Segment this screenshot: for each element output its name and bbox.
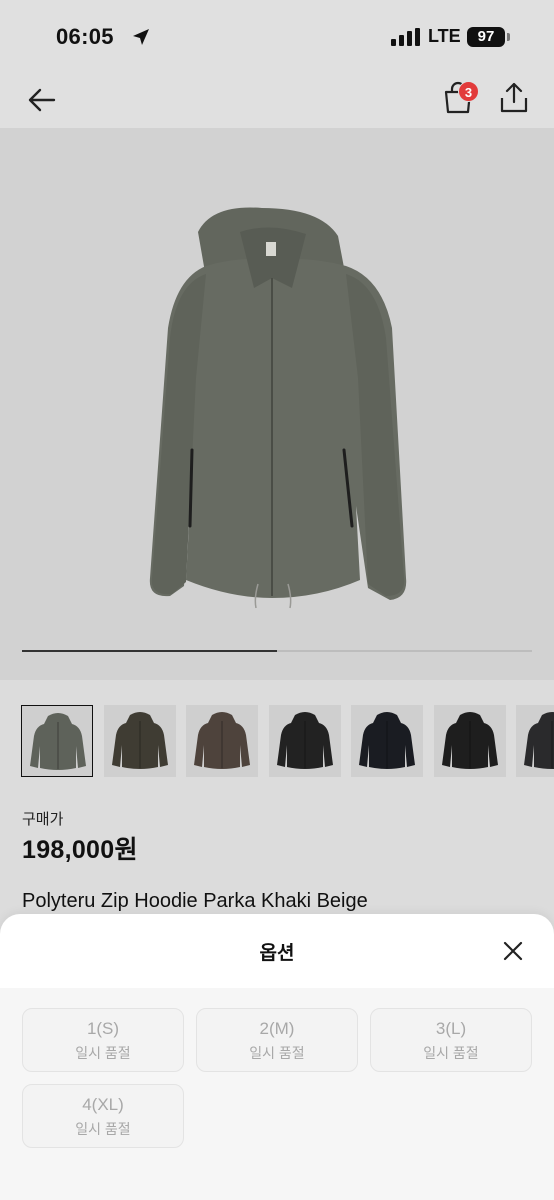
size-option-s[interactable]: 1(S) 일시 품절	[22, 1008, 184, 1072]
thumbnail-jacket	[441, 712, 498, 769]
size-label: 4(XL)	[82, 1095, 124, 1114]
size-label: 2(M)	[259, 1019, 295, 1038]
size-option-m[interactable]: 2(M) 일시 품절	[196, 1008, 358, 1072]
size-label: 3(L)	[435, 1019, 467, 1038]
stock-status: 일시 품절	[423, 1045, 479, 1061]
close-icon[interactable]	[498, 936, 528, 966]
cart-count-badge: 3	[458, 81, 479, 102]
thumbnail-1[interactable]	[21, 705, 93, 777]
battery-tip	[507, 33, 510, 41]
thumbnail-jacket	[111, 712, 168, 769]
status-bar: 06:05 LTE 97	[0, 0, 554, 72]
carousel-progress-fill	[22, 650, 277, 652]
back-arrow-icon[interactable]	[24, 82, 60, 118]
thumbnail-7[interactable]	[516, 705, 554, 777]
thumbnail-jacket	[359, 712, 415, 769]
thumbnail-strip	[0, 680, 554, 796]
product-photo	[149, 207, 407, 609]
option-sheet: 옵션 1(S) 일시 품절 2(M) 일시 품절 3(L) 일시 품절 4(XL…	[0, 914, 554, 1200]
status-time: 06:05	[56, 24, 114, 49]
thumbnail-jacket	[524, 712, 554, 769]
product-image-carousel[interactable]	[0, 128, 554, 680]
thumbnail-6[interactable]	[433, 705, 506, 777]
product-price: 198,000원	[22, 836, 138, 864]
stock-status: 일시 품절	[75, 1121, 131, 1137]
size-option-xl[interactable]: 4(XL) 일시 품절	[22, 1084, 184, 1148]
thumbnail-jacket	[30, 713, 86, 770]
thumbnail-jacket	[194, 712, 250, 769]
thumbnail-3[interactable]	[186, 705, 258, 777]
share-icon[interactable]	[496, 80, 532, 116]
thumbnail-2[interactable]	[103, 705, 176, 777]
sheet-title: 옵션	[259, 943, 295, 964]
size-option-l[interactable]: 3(L) 일시 품절	[370, 1008, 532, 1072]
cellular-signal-icon	[391, 28, 420, 46]
location-arrow-icon	[133, 29, 149, 45]
thumbnail-5[interactable]	[351, 705, 423, 777]
product-name: Polyteru Zip Hoodie Parka Khaki Beige	[22, 890, 368, 912]
stock-status: 일시 품절	[75, 1045, 131, 1061]
option-grid: 1(S) 일시 품절 2(M) 일시 품절 3(L) 일시 품절 4(XL) 일…	[0, 988, 554, 1200]
size-label: 1(S)	[86, 1019, 120, 1038]
thumbnail-jacket	[276, 712, 333, 769]
network-type: LTE	[428, 26, 461, 46]
price-label: 구매가	[22, 811, 64, 828]
carousel-progress	[22, 650, 532, 652]
thumbnail-4[interactable]	[268, 705, 341, 777]
battery-icon: 97	[467, 27, 505, 47]
top-nav: 3	[0, 72, 554, 128]
stock-status: 일시 품절	[249, 1045, 305, 1061]
